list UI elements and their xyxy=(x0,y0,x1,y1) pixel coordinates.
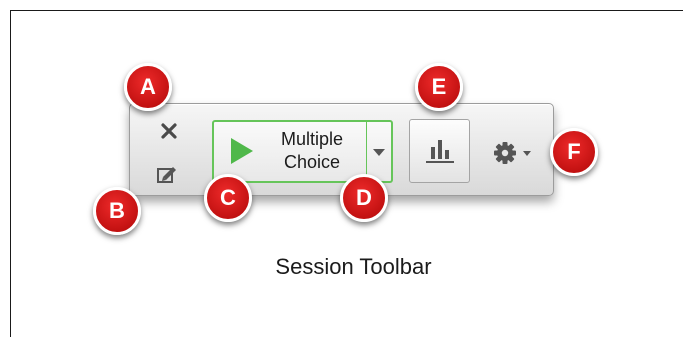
callout-f: F xyxy=(550,128,598,176)
close-button[interactable] xyxy=(155,118,183,144)
callout-d: D xyxy=(340,174,388,222)
question-type-label: Multiple Choice xyxy=(262,128,362,174)
close-icon xyxy=(161,123,177,139)
callout-b: B xyxy=(93,187,141,235)
split-button-divider xyxy=(366,122,367,181)
chevron-down-icon[interactable] xyxy=(373,149,385,157)
question-type-line2: Choice xyxy=(283,152,341,172)
play-icon xyxy=(231,138,253,164)
caption: Session Toolbar xyxy=(275,254,432,279)
frame-border-left xyxy=(10,10,11,337)
edit-button[interactable] xyxy=(152,160,182,188)
bar-chart-icon xyxy=(425,140,454,163)
callout-c: C xyxy=(204,174,252,222)
gear-icon xyxy=(494,142,531,164)
settings-button[interactable] xyxy=(488,138,540,168)
callout-a: A xyxy=(124,63,172,111)
show-results-button[interactable] xyxy=(409,119,470,183)
edit-icon xyxy=(157,167,176,183)
callout-e: E xyxy=(415,63,463,111)
question-type-line1: Multiple xyxy=(280,129,344,149)
frame-border-top xyxy=(10,10,683,11)
